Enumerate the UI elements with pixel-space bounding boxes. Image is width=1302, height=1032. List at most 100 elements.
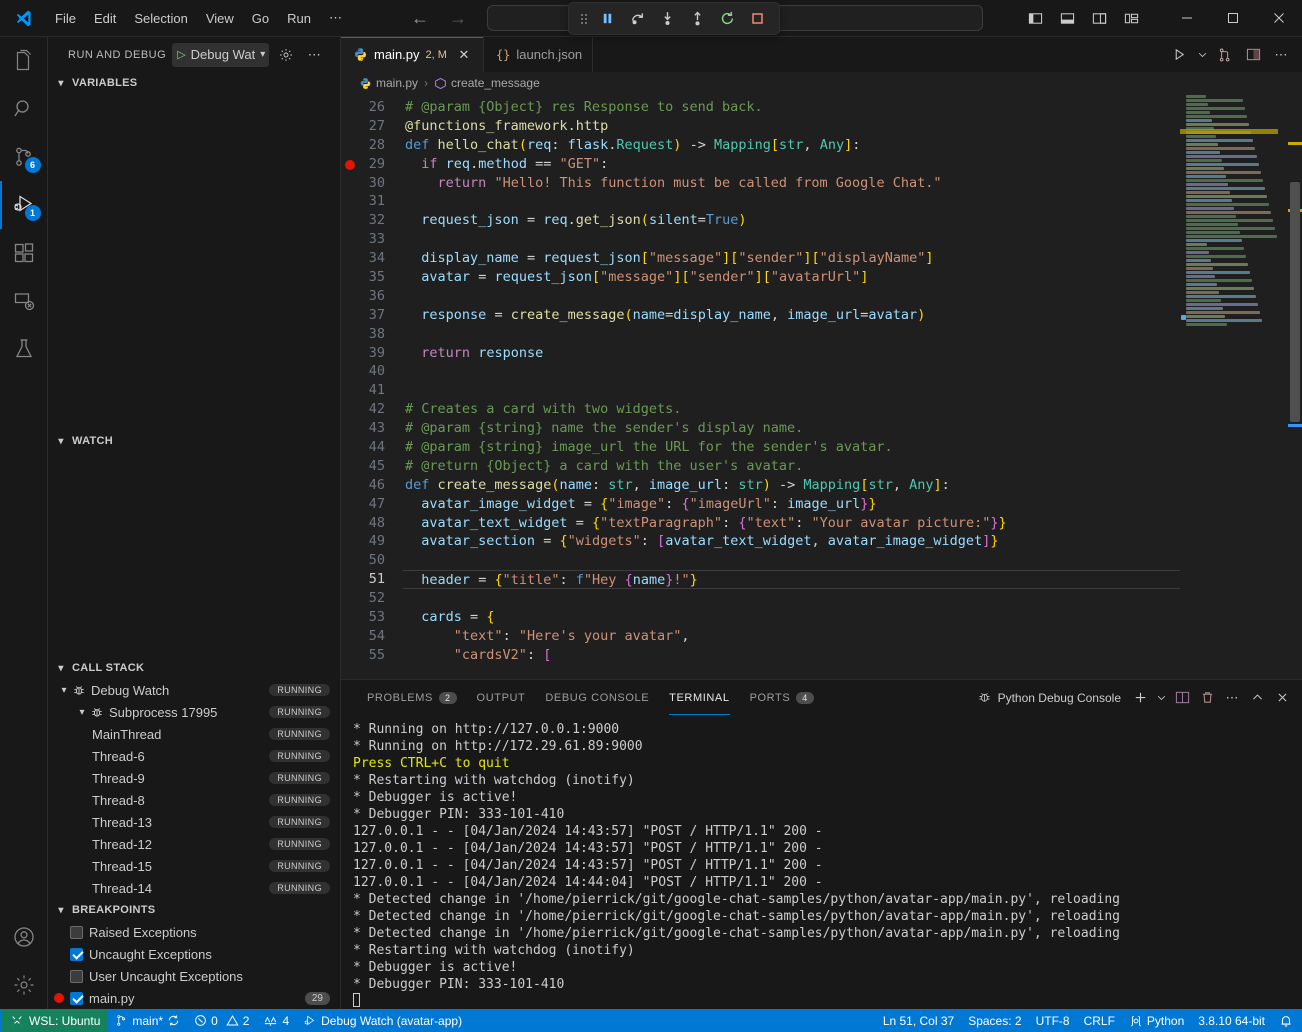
breakpoint-checkbox[interactable] (70, 926, 83, 939)
split-editor-icon[interactable] (1240, 42, 1266, 68)
section-watch-header[interactable]: ▾ WATCH (48, 430, 340, 452)
line-number[interactable]: 51 (341, 570, 403, 589)
code-line[interactable]: "text": "Here's your avatar", (403, 627, 1180, 646)
code-line[interactable]: # @param {Object} res Response to send b… (403, 98, 1180, 117)
line-number[interactable]: 52 (341, 589, 403, 608)
activity-item-remote-explorer[interactable] (0, 277, 48, 325)
line-number[interactable]: 48 (341, 514, 403, 533)
pause-button[interactable] (593, 6, 621, 32)
code-line[interactable]: # @return {Object} a card with the user'… (403, 457, 1180, 476)
line-number[interactable]: 40 (341, 362, 403, 381)
panel-tab-ports[interactable]: PORTS4 (740, 680, 824, 715)
call-stack-row[interactable]: Thread-13RUNNING (48, 811, 340, 833)
menu-more[interactable]: ⋯ (320, 6, 351, 30)
code-line[interactable] (403, 230, 1180, 249)
code-editor[interactable]: 2627282930313233343536373839404142434445… (341, 94, 1302, 679)
code-line[interactable]: response = create_message(name=display_n… (403, 306, 1180, 325)
status-language-mode[interactable]: Python (1122, 1009, 1191, 1032)
customize-layout-icon[interactable] (1116, 5, 1146, 31)
code-line[interactable] (403, 192, 1180, 211)
line-number[interactable]: 38 (341, 325, 403, 344)
debug-toolbar[interactable] (568, 2, 780, 35)
call-stack-row[interactable]: ▾Subprocess 17995RUNNING (48, 701, 340, 723)
panel-tab-output[interactable]: OUTPUT (467, 680, 536, 715)
maximize-button[interactable] (1210, 0, 1256, 37)
line-number[interactable]: 43 (341, 419, 403, 438)
call-stack-row[interactable]: Thread-15RUNNING (48, 855, 340, 877)
line-number[interactable]: 44 (341, 438, 403, 457)
panel-more-actions-icon[interactable]: ⋯ (1220, 686, 1244, 710)
code-line[interactable]: if req.method == "GET": (403, 155, 1180, 174)
line-number[interactable]: 54 (341, 627, 403, 646)
line-number[interactable]: 26 (341, 98, 403, 117)
line-number[interactable]: 53 (341, 608, 403, 627)
tab-launch-json[interactable]: {} launch.json (484, 37, 593, 72)
step-into-button[interactable] (653, 6, 681, 32)
line-number-gutter[interactable]: 2627282930313233343536373839404142434445… (341, 94, 403, 679)
line-number[interactable]: 46 (341, 476, 403, 495)
tab-main-py[interactable]: main.py 2, M ✕ (341, 37, 484, 72)
section-call-stack-header[interactable]: ▾ CALL STACK (48, 657, 340, 679)
activity-item-accounts[interactable] (0, 913, 48, 961)
panel-tab-problems[interactable]: PROBLEMS2 (357, 680, 467, 715)
go-back-icon[interactable]: ← (411, 9, 429, 27)
panel-tab-debug-console[interactable]: DEBUG CONSOLE (535, 680, 659, 715)
step-over-button[interactable] (623, 6, 651, 32)
status-ports[interactable]: 4 (256, 1009, 296, 1032)
breakpoint-dot-icon[interactable] (345, 160, 355, 170)
menu-selection[interactable]: Selection (125, 7, 196, 30)
run-python-file-button[interactable] (1166, 42, 1192, 68)
code-line[interactable]: # Creates a card with two widgets. (403, 400, 1180, 419)
breadcrumb-item-symbol[interactable]: create_message (434, 76, 540, 90)
call-stack-row[interactable]: MainThreadRUNNING (48, 723, 340, 745)
activity-item-testing[interactable] (0, 325, 48, 373)
activity-item-manage[interactable] (0, 961, 48, 1009)
status-cursor-position[interactable]: Ln 51, Col 37 (876, 1009, 961, 1032)
line-number[interactable]: 36 (341, 287, 403, 306)
line-number[interactable]: 31 (341, 192, 403, 211)
code-line[interactable]: return "Hello! This function must be cal… (403, 174, 1180, 193)
code-line[interactable]: header = {"title": f"Hey {name}!"} (403, 570, 1180, 589)
line-number[interactable]: 27 (341, 117, 403, 136)
terminal-dropdown-icon[interactable] (1153, 686, 1169, 710)
code-line[interactable]: @functions_framework.http (403, 117, 1180, 136)
menu-file[interactable]: File (46, 7, 85, 30)
status-remote-indicator[interactable]: WSL: Ubuntu (2, 1009, 108, 1032)
section-breakpoints-header[interactable]: ▾ BREAKPOINTS (48, 899, 340, 921)
step-out-button[interactable] (683, 6, 711, 32)
kill-terminal-icon[interactable] (1195, 686, 1219, 710)
code-line[interactable]: display_name = request_json["message"]["… (403, 249, 1180, 268)
line-number[interactable]: 32 (341, 211, 403, 230)
section-variables-header[interactable]: ▾ VARIABLES (48, 72, 340, 94)
code-line[interactable]: avatar_section = {"widgets": [avatar_tex… (403, 532, 1180, 551)
code-line[interactable]: def hello_chat(req: flask.Request) -> Ma… (403, 136, 1180, 155)
line-number[interactable]: 47 (341, 495, 403, 514)
minimap[interactable] (1180, 94, 1288, 679)
status-indentation[interactable]: Spaces: 2 (961, 1009, 1028, 1032)
chevron-down-icon[interactable]: ▾ (74, 707, 90, 718)
breakpoint-row[interactable]: main.py29 (48, 987, 340, 1009)
code-view[interactable]: 2627282930313233343536373839404142434445… (341, 94, 1180, 679)
call-stack-row[interactable]: Thread-12RUNNING (48, 833, 340, 855)
code-content[interactable]: # @param {Object} res Response to send b… (403, 94, 1180, 679)
restart-button[interactable] (713, 6, 741, 32)
line-number[interactable]: 41 (341, 381, 403, 400)
code-line[interactable]: avatar_text_widget = {"textParagraph": {… (403, 514, 1180, 533)
debug-configuration-select[interactable]: ▷ Debug Wat ▾ (172, 43, 269, 67)
sidebar-more-actions-icon[interactable]: ⋯ (303, 44, 325, 66)
status-notifications[interactable] (1272, 1009, 1300, 1032)
line-number[interactable]: 42 (341, 400, 403, 419)
line-number[interactable]: 34 (341, 249, 403, 268)
call-stack-row[interactable]: Thread-9RUNNING (48, 767, 340, 789)
code-line[interactable] (403, 589, 1180, 608)
chevron-down-icon[interactable]: ▾ (260, 49, 265, 60)
close-panel-icon[interactable] (1270, 686, 1294, 710)
toggle-primary-sidebar-icon[interactable] (1020, 5, 1050, 31)
drag-handle-icon[interactable] (577, 14, 591, 24)
close-button[interactable] (1256, 0, 1302, 37)
code-line[interactable]: # @param {string} name the sender's disp… (403, 419, 1180, 438)
panel-tab-terminal[interactable]: TERMINAL (659, 680, 739, 715)
activity-item-explorer[interactable] (0, 37, 48, 85)
activity-item-search[interactable] (0, 85, 48, 133)
scrollbar-thumb[interactable] (1290, 182, 1300, 422)
